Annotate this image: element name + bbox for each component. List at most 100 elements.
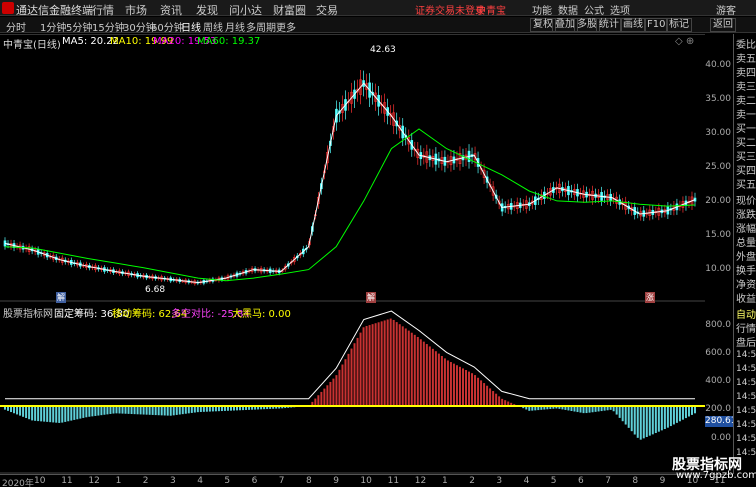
time-tick: 1 [442,476,448,486]
panel-label: 卖三 [736,82,756,93]
series-line-envelope [5,310,695,400]
indicator-bar [582,406,585,414]
period-tab[interactable]: 周线 [203,19,223,34]
limit-up-flag-icon[interactable]: 涨 [645,292,655,303]
period-tab-more[interactable]: 更多 [276,19,296,34]
price-tick: 25.00 [705,162,731,172]
stats-button[interactable]: 统计 [596,18,622,32]
panel-label: 行情 [736,324,756,335]
menu-formula[interactable]: 公式 [584,2,604,17]
chart-area[interactable] [0,34,705,474]
menu-data[interactable]: 数据 [558,2,578,17]
menu-item-discover[interactable]: 发现 [196,2,218,18]
panel-label: 收益 [736,294,756,305]
indicator-bar [416,336,419,406]
indicator-bar [19,406,22,416]
menu-item-wealth[interactable]: 财富圈 [273,2,306,18]
indicator-bar [392,319,395,406]
period-tab[interactable]: 5分钟 [66,19,92,34]
ind-tick: 0.00 [710,433,731,443]
indicator-bar [666,406,669,428]
indicator-bar [106,406,109,415]
indicator-bar [25,406,28,419]
chart-settings-icon[interactable]: ◇ ⊕ [675,36,694,47]
indicator-bar [61,406,64,423]
period-tab[interactable]: 分时 [6,19,26,34]
menu-item-news[interactable]: 资讯 [160,2,182,18]
indicator-bar [350,348,353,406]
indicator-bar [404,328,407,406]
indicator-bar [687,406,690,417]
indicator-bar [187,406,190,414]
panel-label: 涨幅 [736,224,756,235]
period-tab[interactable]: 1分钟 [40,19,66,34]
period-tab[interactable]: 15分钟 [92,19,125,34]
price-tick: 35.00 [705,94,731,104]
high-price-label: 42.63 [370,45,396,55]
panel-label[interactable]: 自动 [736,306,756,321]
menu-item-trade[interactable]: 交易 [316,2,338,18]
indicator-name: 股票指标网 [3,309,53,320]
menu-item-hq[interactable]: 行情 [92,2,114,18]
indicator-bar [181,406,184,415]
indicator-bar [46,406,49,422]
mark-button[interactable]: 标记 [666,18,692,32]
indicator-bar [639,406,642,440]
time-tick: 7 [278,476,285,486]
ma60-legend: MA60: 19.37 [197,36,261,47]
indicator-bar [675,406,678,423]
period-tab[interactable]: 60分钟 [151,19,184,34]
time-tick: 2 [469,476,475,486]
series-line-ma60 [4,128,696,282]
indicator-bar [55,406,58,423]
period-tab[interactable]: 月线 [225,19,245,34]
menu-options[interactable]: 选项 [610,2,630,17]
indicator-bar [88,406,91,417]
indicator-bar [13,406,16,414]
time-tick: 3 [496,476,503,486]
unlock-flag-icon[interactable]: 解 [56,292,66,303]
menu-item-market[interactable]: 市场 [125,2,147,18]
time-tick: 6 [578,476,584,486]
indicator-bar [371,324,374,406]
f10-button[interactable]: F10 [644,18,669,32]
indicator-bar [621,406,624,422]
menu-func[interactable]: 功能 [532,2,552,17]
period-tab[interactable]: 多周期 [246,19,276,34]
indicator-bar [669,406,672,427]
back-button[interactable]: 返回 [710,18,736,32]
indicator-bar [615,406,618,415]
period-toolbar: 分时 1分钟 5分钟 15分钟 30分钟 60分钟 日线 周线 月线 多周期 更… [0,17,756,34]
time-tick: 7 [605,476,611,486]
menu-item-ask[interactable]: 问小达 [229,2,262,18]
indicator-bar [458,366,461,406]
indicator-bar [347,353,350,406]
time-tick: 12 [414,476,427,486]
app-logo-icon [2,2,14,14]
indicator-bar [654,406,657,434]
time-tick: 11 [387,476,400,486]
indicator-bar [76,406,79,420]
login-notice[interactable]: 证券交易未登录 [415,2,485,17]
kline-chart[interactable] [0,34,705,474]
time-tick: 1 [115,476,122,486]
unlock-flag-icon[interactable]: 解 [366,292,376,303]
time-tick: 8 [632,476,639,486]
menu-guest[interactable]: 游客 [716,2,736,17]
indicator-bar [28,406,31,420]
draw-button[interactable]: 画线 [620,18,646,32]
indicator-bar [163,406,166,416]
indicator-bar [31,406,34,421]
series-line-ma5 [4,82,696,284]
low-price-label: 6.68 [145,285,166,295]
panel-label: 净资 [736,280,756,291]
indicator-bar [410,332,413,406]
period-tab-active[interactable]: 日线 [181,19,201,34]
indicator-bar [365,326,368,406]
indicator-bar [434,351,437,406]
tick-time: 14:5 [736,392,756,402]
indicator-bar [419,339,422,406]
indicator-bar [468,371,471,406]
price-tick: 15.00 [705,230,731,240]
time-tick: 12 [88,476,100,486]
